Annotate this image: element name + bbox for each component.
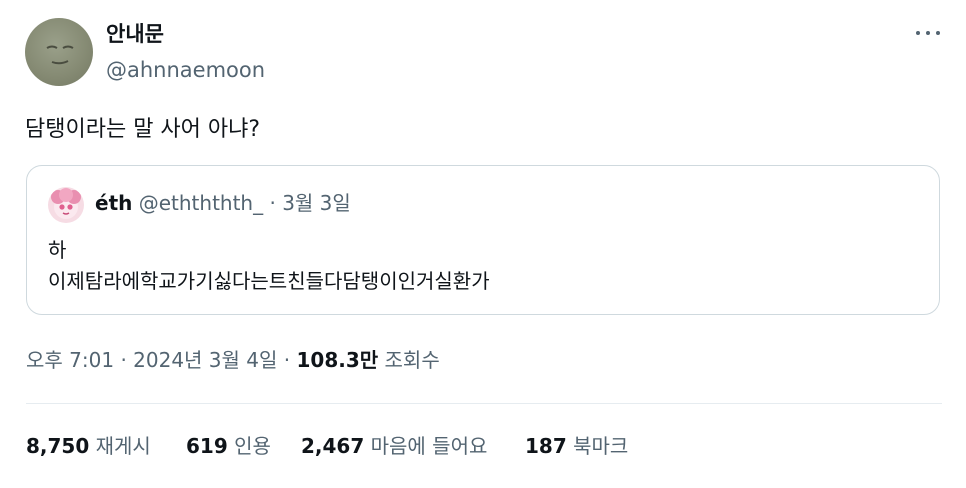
reposts-count: 8,750 <box>26 434 90 458</box>
reposts-label: 재게시 <box>95 434 151 458</box>
author-handle[interactable]: @ahnnaemoon <box>106 56 265 84</box>
quotes-count: 619 <box>186 434 228 458</box>
quote-text-line-1: 하 <box>48 238 67 262</box>
bookmarks-stat[interactable]: 187 북마크 <box>525 431 628 461</box>
quote-tweet-card[interactable]: éth @ethththth_ · 3월 3일 하 이제탐라에학교가기싫다는트친… <box>26 165 940 315</box>
divider <box>26 403 942 404</box>
quote-author-avatar[interactable] <box>48 187 84 223</box>
likes-stat[interactable]: 2,467 마음에 들어요 <box>301 431 487 461</box>
author-display-name[interactable]: 안내문 <box>106 20 164 48</box>
likes-count: 2,467 <box>301 434 365 458</box>
quote-text-line-2: 이제탐라에학교가기싫다는트친들다담탱이인거실환가 <box>48 269 490 293</box>
bookmarks-label: 북마크 <box>573 434 629 458</box>
author-avatar[interactable] <box>25 18 93 86</box>
meta-separator: · <box>283 348 291 372</box>
quotes-label: 인용 <box>234 434 271 458</box>
quote-handle[interactable]: @ethththth_ <box>139 191 263 215</box>
meta-separator: · <box>120 348 127 372</box>
bookmarks-count: 187 <box>525 434 567 458</box>
quote-separator: · <box>269 191 276 215</box>
views-count: 108.3만 <box>296 348 379 372</box>
quote-display-name[interactable]: éth <box>95 191 132 215</box>
tweet-date[interactable]: 2024년 3월 4일 <box>133 348 277 372</box>
tweet-time[interactable]: 오후 7:01 <box>26 348 114 372</box>
tweet-text: 담탱이라는 말 사어 아냐? <box>25 117 261 142</box>
likes-label: 마음에 들어요 <box>370 434 488 458</box>
reposts-stat[interactable]: 8,750 재게시 <box>26 431 151 461</box>
tweet-meta: 오후 7:01 · 2024년 3월 4일 · 108.3만 조회수 <box>26 345 440 375</box>
quote-header: éth @ethththth_ · 3월 3일 <box>95 188 351 218</box>
views-label: 조회수 <box>384 348 440 372</box>
quote-date[interactable]: 3월 3일 <box>282 191 351 215</box>
more-horizontal-icon[interactable] <box>916 26 942 40</box>
quotes-stat[interactable]: 619 인용 <box>186 431 271 461</box>
